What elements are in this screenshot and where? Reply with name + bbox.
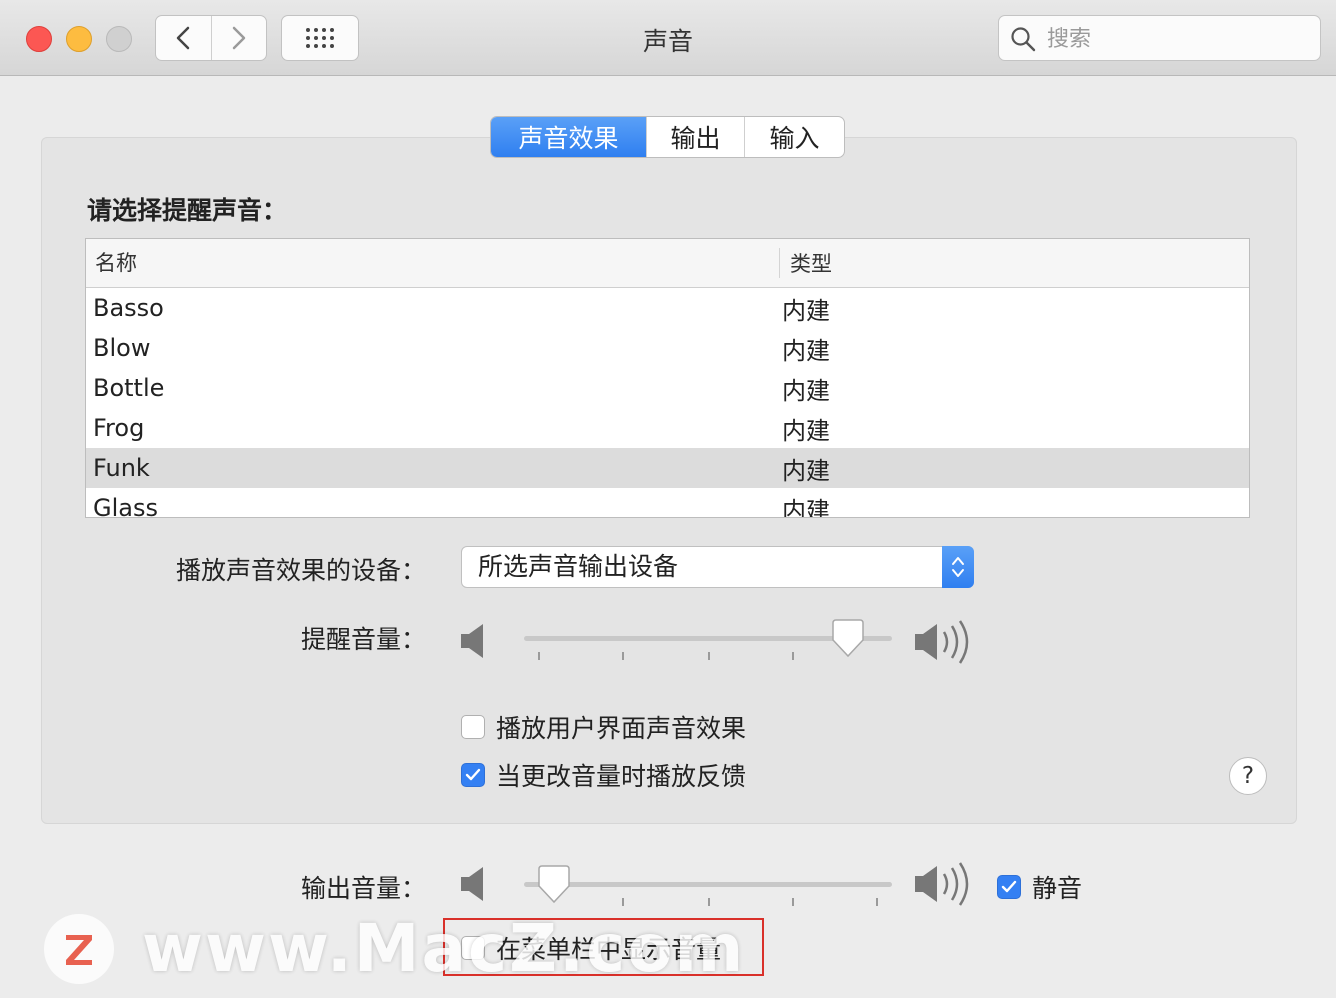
- table-header: 名称 类型: [86, 239, 1249, 288]
- alert-sound-table[interactable]: 名称 类型 Basso 内建 Blow 内建 Bottle 内建 Frog 内建…: [85, 238, 1250, 518]
- popup-stepper[interactable]: [942, 546, 974, 588]
- output-device-popup[interactable]: 所选声音输出设备: [461, 546, 974, 588]
- sound-name: Frog: [93, 414, 145, 442]
- checkmark-icon: [465, 768, 481, 781]
- forward-button[interactable]: [210, 16, 267, 60]
- watermark-logo-icon: [44, 913, 114, 984]
- play-ui-sounds-option[interactable]: 播放用户界面声音效果: [461, 709, 746, 745]
- alert-sound-prompt: 请选择提醒声音：: [87, 196, 288, 225]
- minimize-window-button[interactable]: [66, 26, 92, 52]
- alert-volume-slider[interactable]: [524, 619, 892, 660]
- search-field[interactable]: [998, 15, 1321, 61]
- help-button[interactable]: ?: [1229, 757, 1267, 795]
- output-volume-slider[interactable]: [524, 865, 892, 906]
- table-row[interactable]: Frog 内建: [86, 408, 1249, 448]
- sound-type: 内建: [782, 496, 830, 518]
- sound-name: Glass: [93, 494, 158, 518]
- search-icon: [1011, 27, 1036, 52]
- volume-high-icon: [915, 620, 969, 664]
- sound-type: 内建: [782, 296, 830, 325]
- sound-type: 内建: [782, 416, 830, 445]
- sound-name: Blow: [93, 334, 151, 362]
- column-header-name[interactable]: 名称: [86, 248, 780, 278]
- chevron-updown-icon: [952, 557, 964, 577]
- slider-tick: [622, 898, 624, 906]
- sound-type: 内建: [782, 336, 830, 365]
- slider-tick: [876, 898, 878, 906]
- window-title: 声音: [642, 27, 693, 56]
- device-label: 播放声音效果的设备：: [175, 556, 426, 585]
- table-row[interactable]: Glass 内建: [86, 488, 1249, 518]
- table-row[interactable]: Blow 内建: [86, 328, 1249, 368]
- volume-high-icon: [915, 862, 969, 906]
- sound-name: Bottle: [93, 374, 165, 402]
- tab-bar: 声音效果 输出 输入: [490, 116, 845, 158]
- forward-icon: [232, 26, 245, 50]
- tab-sound-effects[interactable]: 声音效果: [491, 117, 646, 157]
- checkmark-icon: [1001, 880, 1017, 893]
- slider-tick: [708, 652, 710, 660]
- table-row[interactable]: Bottle 内建: [86, 368, 1249, 408]
- annotation-highlight-box: [443, 918, 764, 976]
- slider-tick: [622, 652, 624, 660]
- volume-low-icon: [461, 624, 483, 658]
- table-row-selected[interactable]: Funk 内建: [86, 448, 1249, 488]
- sound-name: Funk: [93, 454, 150, 482]
- slider-track: [524, 882, 892, 887]
- question-mark-icon: ?: [1241, 763, 1255, 789]
- mute-checkbox[interactable]: [997, 875, 1021, 899]
- slider-tick: [708, 898, 710, 906]
- alert-volume-label: 提醒音量：: [300, 625, 426, 654]
- slider-tick: [792, 898, 794, 906]
- table-row[interactable]: Basso 内建: [86, 288, 1249, 328]
- sound-name: Basso: [93, 294, 164, 322]
- play-ui-sounds-label: 播放用户界面声音效果: [496, 714, 747, 743]
- slider-knob[interactable]: [831, 618, 865, 658]
- navigation-buttons: [155, 15, 267, 61]
- column-header-type[interactable]: 类型: [780, 248, 832, 278]
- zoom-window-button[interactable]: [106, 26, 132, 52]
- search-input[interactable]: [1045, 22, 1309, 56]
- play-ui-sounds-checkbox[interactable]: [461, 715, 485, 739]
- sound-type: 内建: [782, 376, 830, 405]
- tab-input[interactable]: 输入: [744, 117, 844, 157]
- back-button[interactable]: [156, 16, 211, 60]
- volume-feedback-checkbox[interactable]: [461, 763, 485, 787]
- sound-type: 内建: [782, 456, 830, 485]
- slider-tick: [538, 652, 540, 660]
- grid-icon: [306, 28, 334, 48]
- slider-knob[interactable]: [537, 864, 571, 904]
- volume-feedback-option[interactable]: 当更改音量时播放反馈: [461, 757, 746, 793]
- volume-feedback-label: 当更改音量时播放反馈: [496, 762, 747, 791]
- slider-tick: [792, 652, 794, 660]
- output-volume-label: 输出音量：: [300, 874, 426, 903]
- title-bar: 声音: [0, 0, 1336, 76]
- volume-low-icon: [461, 867, 483, 901]
- output-device-value: 所选声音输出设备: [478, 552, 679, 581]
- mute-option[interactable]: 静音: [997, 869, 1082, 905]
- show-all-button[interactable]: [281, 15, 359, 61]
- mute-label: 静音: [1032, 874, 1083, 903]
- back-icon: [177, 26, 190, 50]
- close-window-button[interactable]: [26, 26, 52, 52]
- tab-output[interactable]: 输出: [646, 117, 744, 157]
